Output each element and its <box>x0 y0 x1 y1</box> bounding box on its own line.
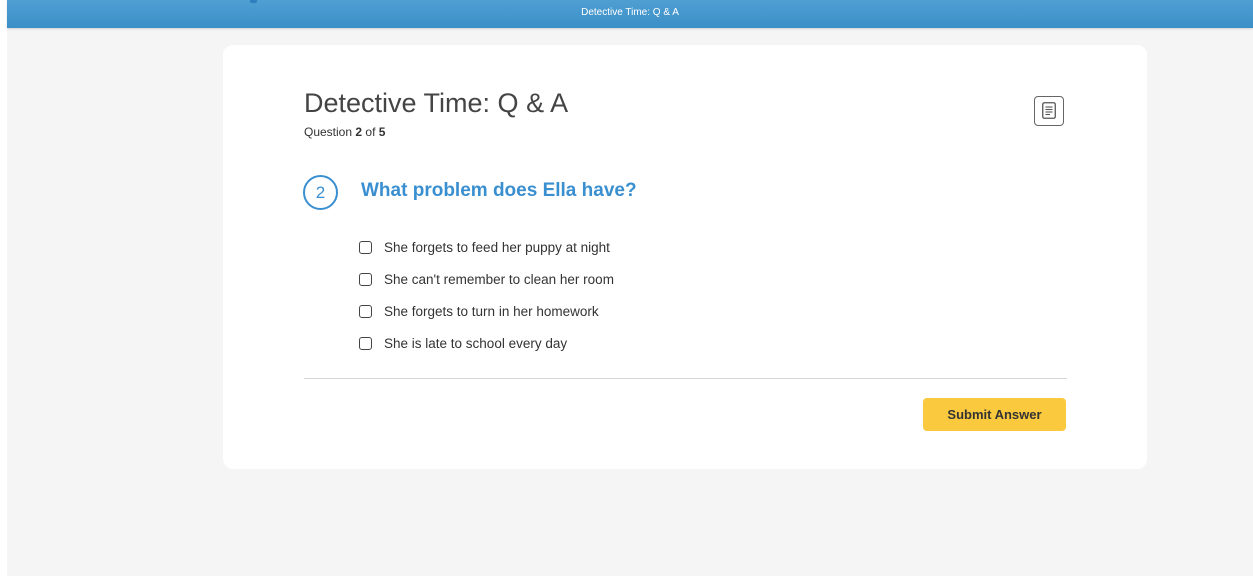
answer-option-label: She forgets to turn in her homework <box>384 303 599 319</box>
progress-prefix: Question <box>304 125 353 139</box>
quiz-title: Detective Time: Q & A <box>304 88 569 118</box>
quiz-card: Detective Time: Q & A Question 2 of 5 2 … <box>223 45 1147 469</box>
question-number-badge: 2 <box>303 175 338 210</box>
answer-checkbox[interactable] <box>359 272 372 286</box>
answer-options: She forgets to feed her puppy at night S… <box>359 231 614 359</box>
answer-option-label: She forgets to feed her puppy at night <box>384 239 610 255</box>
question-progress: Question 2 of 5 <box>304 124 385 140</box>
answer-checkbox[interactable] <box>359 240 372 254</box>
progress-separator: of <box>365 125 376 139</box>
answer-option-label: She is late to school every day <box>384 335 568 351</box>
answer-option[interactable]: She is late to school every day <box>359 327 614 359</box>
submit-answer-button[interactable]: Submit Answer <box>923 398 1066 431</box>
document-icon <box>1042 102 1056 119</box>
window-edge <box>0 0 7 576</box>
answer-option[interactable]: She can't remember to clean her room <box>359 263 614 295</box>
progress-current: 2 <box>355 125 363 139</box>
answer-checkbox[interactable] <box>359 304 372 318</box>
progress-total: 5 <box>378 125 386 139</box>
reading-passage-button[interactable] <box>1034 96 1064 126</box>
answer-option[interactable]: She forgets to turn in her homework <box>359 295 614 327</box>
answer-checkbox[interactable] <box>359 336 372 350</box>
top-bar: Detective Time: Q & A <box>7 0 1253 28</box>
divider <box>304 378 1067 379</box>
top-bar-title: Detective Time: Q & A <box>581 7 679 18</box>
answer-option-label: She can't remember to clean her room <box>384 271 614 287</box>
header-accent-mark <box>250 0 257 3</box>
answer-option[interactable]: She forgets to feed her puppy at night <box>359 231 614 263</box>
question-text: What problem does Ella have? <box>361 180 637 201</box>
